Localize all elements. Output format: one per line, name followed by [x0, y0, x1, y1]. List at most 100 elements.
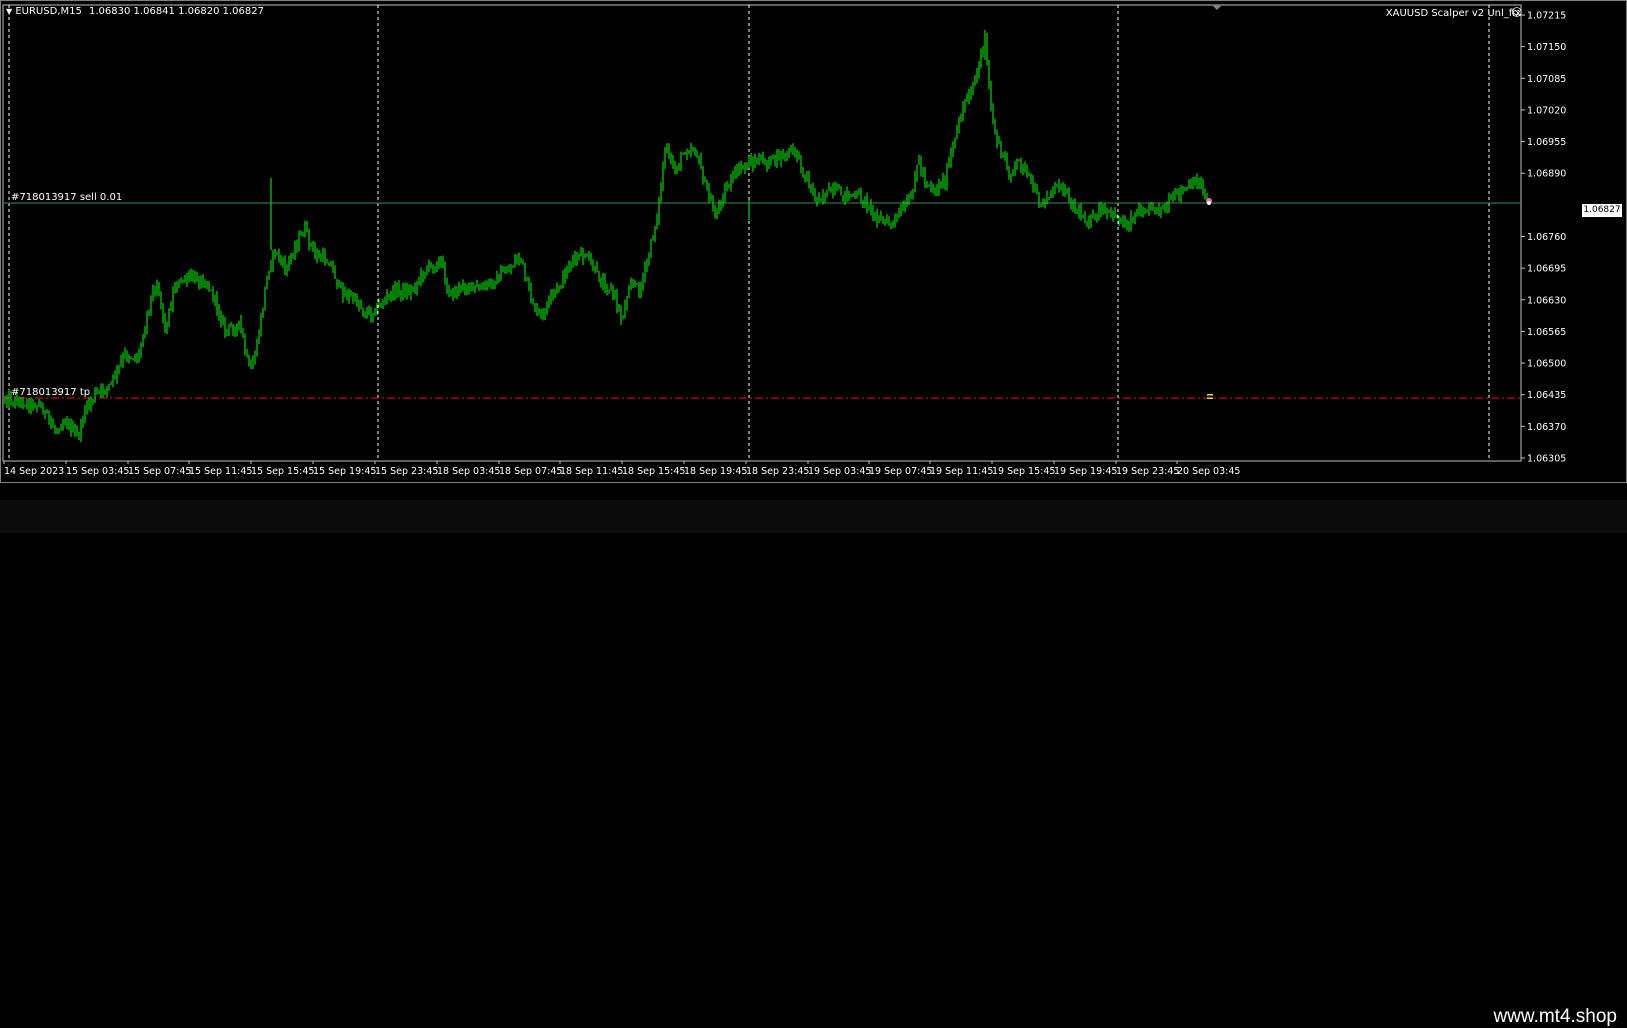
candle-body [578, 255, 580, 260]
candle-body [104, 391, 106, 393]
candle-body [422, 272, 424, 278]
candle-body [746, 165, 748, 167]
candle-body [354, 295, 356, 300]
candle-body [360, 305, 362, 309]
chart-window[interactable]: 1.07215 1.07150 1.07085 1.07020 1.06955 1.068… [0, 0, 1627, 500]
candle-body [372, 313, 374, 317]
candle-body [98, 391, 100, 393]
expert-smiley-icon[interactable]: ☺ [1511, 7, 1522, 19]
current-price-label: 1.06827 [1582, 204, 1622, 217]
candle-body [1092, 214, 1094, 218]
candle-body [250, 365, 252, 369]
candle-body [166, 325, 168, 328]
candle-body [618, 307, 620, 310]
candle-body [1084, 216, 1086, 223]
candle-body [866, 196, 868, 208]
candle-body [388, 294, 390, 296]
candle-body [772, 155, 774, 157]
candle-body [858, 194, 860, 196]
candle-body [1076, 209, 1078, 213]
candle-body [144, 328, 146, 339]
candle-body [56, 429, 58, 431]
candle-body [1112, 210, 1114, 216]
candle-body [460, 284, 462, 287]
candle-body [1006, 159, 1008, 169]
candle-body [494, 284, 496, 286]
candle-body [472, 282, 474, 288]
candle-body [812, 187, 814, 192]
candle-body [786, 152, 788, 155]
candle-body [832, 187, 834, 193]
plot-frame [2, 4, 1522, 462]
candle-body [810, 187, 812, 189]
candle-body [890, 225, 892, 227]
candle-body [286, 265, 288, 273]
candle-body [942, 179, 944, 188]
candle-body [450, 290, 452, 296]
candle-body [728, 186, 730, 188]
candle-body [902, 207, 904, 210]
candle-body [1122, 219, 1124, 222]
candle-body [566, 267, 568, 278]
candle-body [478, 286, 480, 290]
candle-body [778, 153, 780, 161]
candle-body [468, 287, 470, 289]
candle-body [852, 195, 854, 197]
candle-body [370, 311, 372, 317]
candle-body [480, 288, 482, 290]
candle-body [556, 286, 558, 292]
candle-body [18, 401, 20, 405]
candle-body [1140, 208, 1142, 216]
chart-menu-arrow-icon[interactable]: ▼ [6, 7, 12, 16]
candle-body [336, 278, 338, 286]
candle-body [202, 276, 204, 285]
candle-body [498, 274, 500, 281]
candle-body [538, 308, 540, 316]
candle-body [1144, 211, 1146, 213]
candle-body [162, 303, 164, 319]
candle-body [520, 257, 522, 260]
candle-body [1126, 224, 1128, 227]
symbol-header: ▼ EURUSD,M15 1.06830 1.06841 1.06820 1.0… [6, 6, 264, 18]
candle-body [128, 358, 130, 360]
candle-body [306, 226, 308, 231]
candle-body [764, 160, 766, 166]
candle-body [588, 254, 590, 258]
candle-body [1166, 207, 1168, 209]
candle-body [1012, 169, 1014, 176]
candle-body [1100, 208, 1102, 212]
candle-body [1148, 208, 1150, 212]
candle-body [28, 401, 30, 409]
candle-body [458, 286, 460, 293]
candle-body [1188, 182, 1190, 189]
candle-body [42, 405, 44, 415]
candle-body [856, 193, 858, 195]
candle-body [118, 365, 120, 369]
candle-body [644, 265, 646, 278]
candle-body [92, 399, 94, 401]
candle-body [142, 338, 144, 345]
candle-body [238, 320, 240, 325]
candle-body [838, 188, 840, 190]
candle-body [164, 318, 166, 328]
chart-shift-marker-icon[interactable] [1212, 5, 1222, 10]
candle-body [1136, 213, 1138, 215]
candle-body [628, 289, 630, 298]
candle-body [474, 285, 476, 288]
candle-body [34, 407, 36, 409]
candle-body [1040, 206, 1042, 208]
candle-body [998, 141, 1000, 143]
time-tick-label: 19 Sep 11:45 [930, 466, 993, 477]
candle-body [68, 422, 70, 426]
candle-body [964, 99, 966, 109]
candle-body [364, 312, 366, 315]
candle-body [362, 308, 364, 313]
time-tick-label: 19 Sep 19:45 [1054, 466, 1117, 477]
candle-body [630, 284, 632, 290]
candle-body [718, 202, 720, 210]
price-chart[interactable]: 1.07215 1.07150 1.07085 1.07020 1.06955 1.068… [0, 0, 1627, 500]
candle-body [72, 426, 74, 432]
candle-body [492, 280, 494, 286]
candle-body [174, 286, 176, 293]
candle-body [570, 262, 572, 268]
